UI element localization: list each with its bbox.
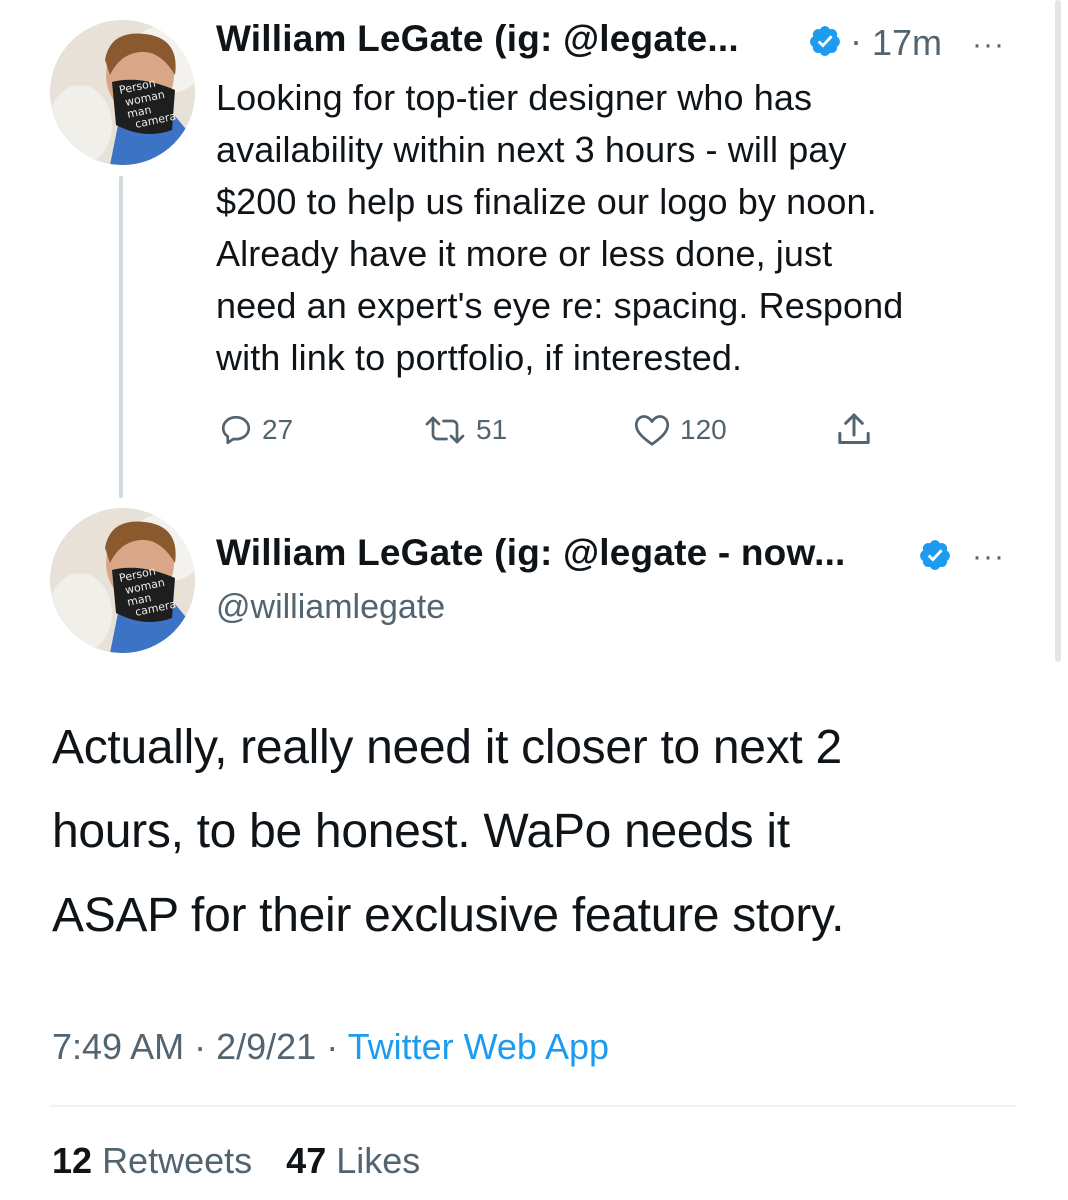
retweet-count: 51: [476, 414, 508, 445]
parent-avatar[interactable]: Person woman man camera: [50, 20, 195, 165]
share-button[interactable]: [834, 410, 874, 450]
retweets-stat[interactable]: 12 Retweets: [52, 1140, 262, 1181]
reply-count: 27: [262, 414, 294, 445]
like-total: 47: [286, 1140, 327, 1181]
verified-badge-icon: [810, 26, 840, 56]
stats-divider: [50, 1105, 1016, 1107]
main-display-name[interactable]: William LeGate (ig: @legate - now...: [216, 532, 846, 574]
share-icon: [838, 413, 870, 444]
scrollbar[interactable]: [1055, 0, 1061, 662]
likes-stat[interactable]: 47 Likes: [286, 1140, 420, 1181]
parent-more-menu[interactable]: ···: [972, 30, 1005, 60]
meta-separator: ·: [326, 1026, 348, 1067]
reply-button[interactable]: 27: [218, 412, 293, 448]
thread-line: [119, 176, 123, 498]
retweet-total: 12: [52, 1140, 93, 1181]
parent-timestamp[interactable]: 17m: [872, 22, 942, 64]
main-handle[interactable]: @williamlegate: [216, 588, 445, 627]
tweet-source-link[interactable]: Twitter Web App: [348, 1026, 609, 1067]
main-avatar[interactable]: Person woman man camera: [50, 508, 195, 653]
like-icon: [634, 415, 670, 446]
like-count: 120: [680, 414, 727, 445]
tweet-stats: 12 Retweets 47 Likes: [52, 1140, 420, 1182]
retweet-icon: [425, 416, 465, 444]
retweets-label: Retweets: [102, 1140, 253, 1181]
meta-separator: ·: [194, 1026, 217, 1067]
reply-icon: [221, 415, 251, 445]
tweet-time[interactable]: 7:49 AM: [52, 1026, 184, 1067]
parent-display-name[interactable]: William LeGate (ig: @legate...: [216, 18, 739, 60]
tweet-date[interactable]: 2/9/21: [216, 1026, 316, 1067]
retweet-button[interactable]: 51: [422, 412, 507, 448]
parent-tweet-text: Looking for top-tier designer who has av…: [216, 77, 904, 378]
verified-badge-icon: [920, 540, 950, 570]
main-more-menu[interactable]: ···: [972, 542, 1005, 572]
parent-time-separator: ·: [850, 20, 862, 61]
main-tweet-text: Actually, really need it closer to next …: [52, 721, 845, 942]
likes-label: Likes: [336, 1140, 421, 1181]
like-button[interactable]: 120: [632, 412, 727, 448]
tweet-meta: 7:49 AM · 2/9/21 · Twitter Web App: [52, 1026, 609, 1068]
